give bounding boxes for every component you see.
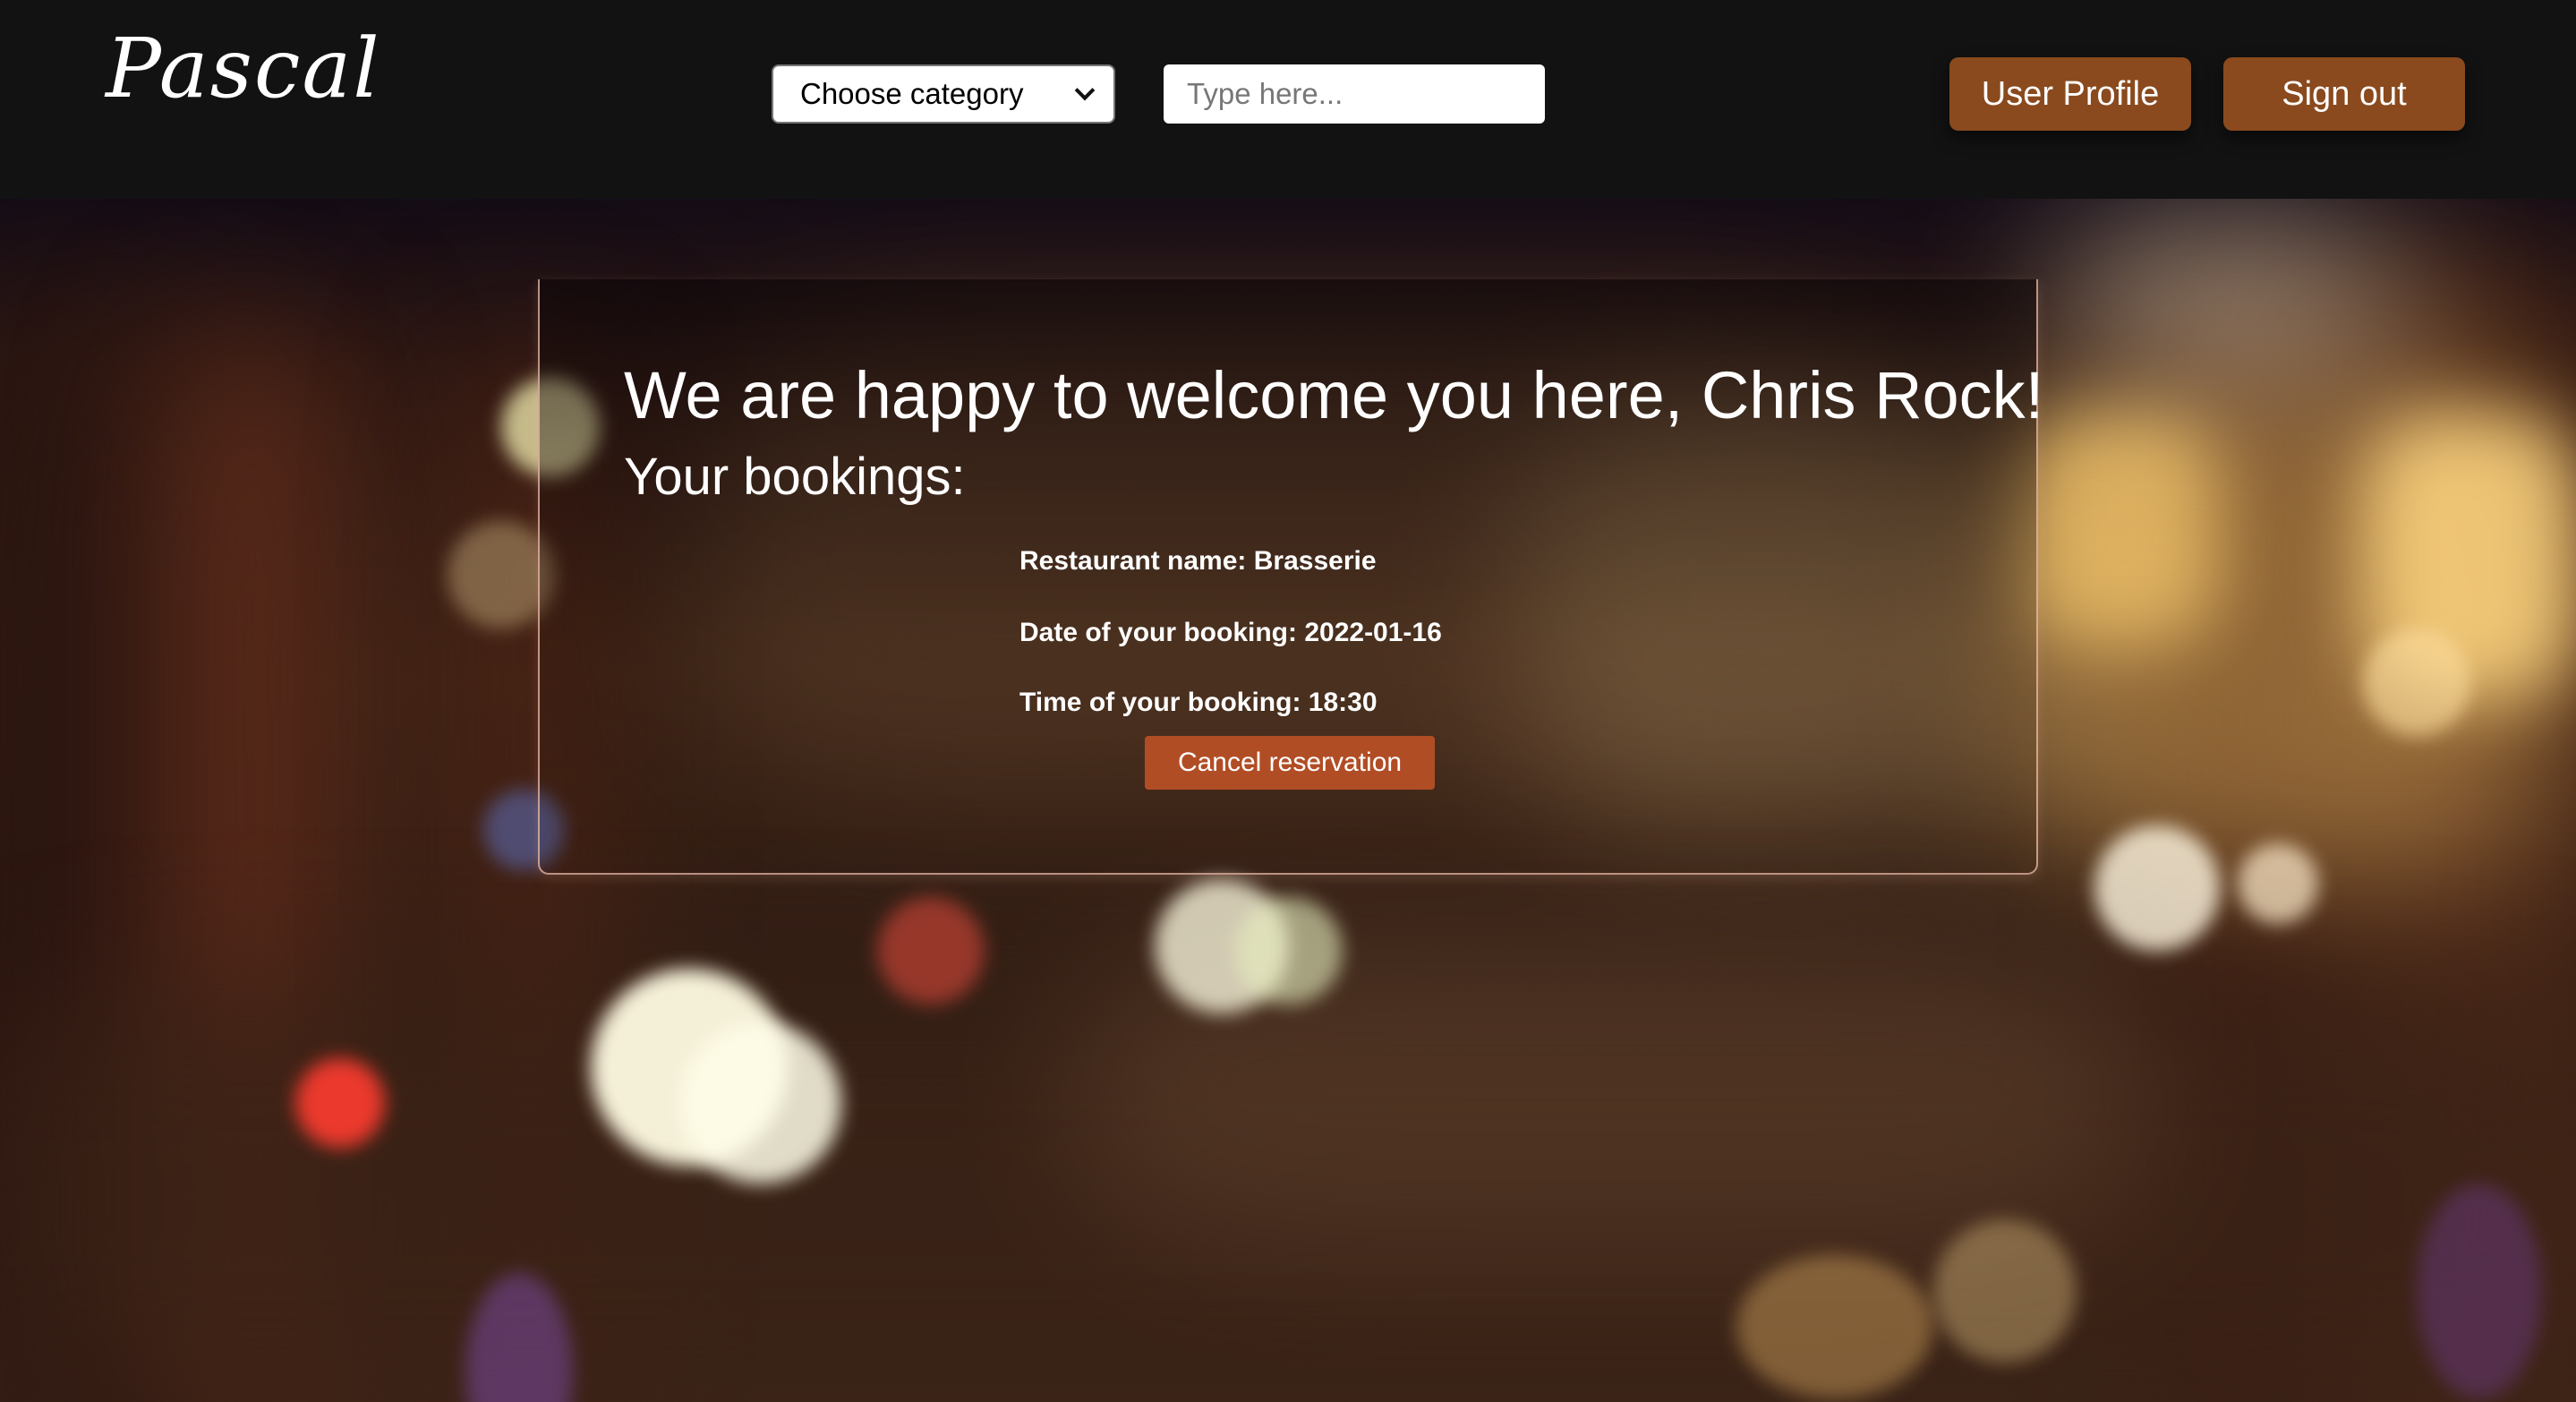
top-navbar: Pascal Choose category User Profile Sign… xyxy=(0,0,2576,199)
booking-time: Time of your booking: 18:30 xyxy=(1019,688,1378,717)
user-profile-button[interactable]: User Profile xyxy=(1949,57,2191,131)
booking-date: Date of your booking: 2022-01-16 xyxy=(1019,618,1442,647)
cancel-reservation-button[interactable]: Cancel reservation xyxy=(1145,736,1435,790)
search-input[interactable] xyxy=(1164,64,1545,124)
pascal-logo[interactable]: Pascal xyxy=(106,20,381,118)
welcome-title: We are happy to welcome you here, Chris … xyxy=(624,358,2044,432)
booking-restaurant-name: Restaurant name: Brasserie xyxy=(1019,546,1377,576)
sign-out-button[interactable]: Sign out xyxy=(2223,57,2465,131)
bookings-heading: Your bookings: xyxy=(624,448,966,506)
category-select[interactable]: Choose category xyxy=(772,64,1115,124)
welcome-panel: We are happy to welcome you here, Chris … xyxy=(538,279,2043,875)
category-select-value: Choose category xyxy=(800,77,1024,110)
chevron-down-icon xyxy=(1074,80,1096,101)
